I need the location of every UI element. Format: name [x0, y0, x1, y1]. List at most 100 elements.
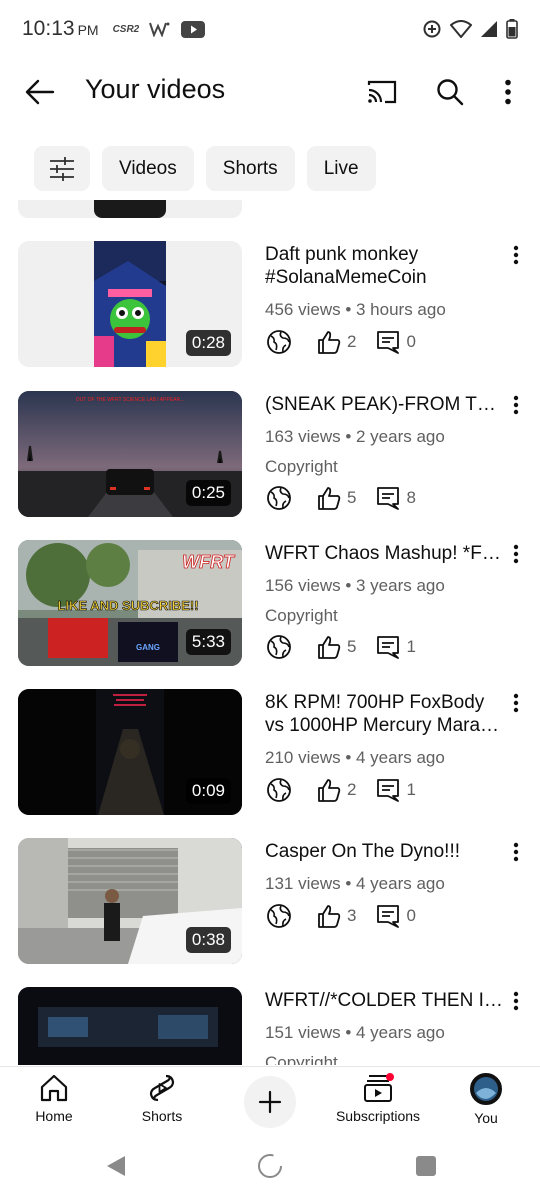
video-thumbnail[interactable]: 0:09 — [18, 689, 242, 815]
video-title[interactable]: WFRT//*COLDER THEN ICE — [265, 989, 505, 1012]
bottom-navigation: Home Shorts Subscriptions You — [0, 1066, 540, 1130]
more-options-button[interactable] — [490, 74, 526, 110]
more-vert-icon — [513, 693, 519, 713]
chip-shorts[interactable]: Shorts — [205, 146, 295, 191]
video-title[interactable]: 8K RPM! 700HP FoxBody vs 1000HP Mercury … — [265, 691, 505, 737]
video-duration: 0:09 — [185, 778, 231, 804]
create-button[interactable] — [244, 1076, 296, 1128]
comment-icon — [374, 776, 402, 804]
wifi-icon — [450, 20, 472, 38]
system-recents-button[interactable] — [412, 1152, 440, 1180]
comment-count: 0 — [406, 332, 416, 351]
video-more-button[interactable] — [506, 989, 526, 1013]
thumbnail-logo-text: WFRT — [182, 552, 236, 572]
public-globe-icon — [265, 902, 293, 930]
status-time: 10:13 PM — [22, 17, 99, 40]
status-left-icons: CSR2 — [113, 20, 206, 38]
public-globe-icon — [265, 633, 293, 661]
like-count: 5 — [347, 488, 357, 507]
video-thumbnail[interactable]: OUT OF THE WFRT SCIENCE LAB I APPEAR... … — [18, 391, 242, 517]
tune-icon — [50, 156, 74, 181]
signal-icon — [481, 21, 497, 37]
video-thumbnail[interactable]: LIKE AND SUBCRIBE!! WFRT GANG 5:33 — [18, 540, 242, 666]
video-thumbnail[interactable]: 0:38 — [18, 838, 242, 964]
search-button[interactable] — [432, 74, 468, 110]
battery-icon — [506, 19, 518, 39]
video-row[interactable]: LIKE AND SUBCRIBE!! WFRT GANG 5:33 WFRT … — [0, 540, 540, 670]
status-bar: 10:13 PM CSR2 — [0, 0, 540, 58]
video-stats: 5 1 — [265, 633, 434, 661]
thumb-up-icon — [315, 776, 343, 804]
video-row[interactable]: 0:38 Casper On The Dyno!!! 131 views • 4… — [0, 838, 540, 968]
circle-home-icon — [258, 1154, 282, 1178]
video-duration: 0:25 — [185, 480, 231, 506]
thumbnail-art — [18, 987, 242, 1065]
avatar — [470, 1073, 502, 1105]
public-globe-icon — [265, 328, 293, 356]
like-count: 2 — [347, 332, 357, 351]
video-title[interactable]: (SNEAK PEAK)-FROM TH… — [265, 393, 505, 416]
shorts-icon — [149, 1074, 175, 1102]
home-icon — [40, 1074, 68, 1102]
video-row[interactable]: 0:09 8K RPM! 700HP FoxBody vs 1000HP Mer… — [0, 689, 540, 819]
video-more-button[interactable] — [506, 243, 526, 267]
system-back-button[interactable] — [102, 1152, 130, 1180]
video-meta: 456 views • 3 hours ago — [265, 300, 446, 319]
system-home-button[interactable] — [256, 1152, 284, 1180]
status-right-icons — [422, 19, 518, 39]
video-row[interactable]: 0:28 Daft punk monkey #SolanaMemeCoin 45… — [0, 241, 540, 371]
video-title[interactable]: WFRT Chaos Mashup! *FT… — [265, 542, 505, 565]
filter-settings-chip[interactable] — [34, 146, 90, 191]
video-row[interactable]: OUT OF THE WFRT SCIENCE LAB I APPEAR... … — [0, 391, 540, 521]
video-list: 0:28 Daft punk monkey #SolanaMemeCoin 45… — [0, 200, 540, 1065]
video-title[interactable]: Casper On The Dyno!!! — [265, 840, 505, 863]
video-meta: 156 views • 3 years ago — [265, 576, 445, 595]
video-more-button[interactable] — [506, 393, 526, 417]
video-meta: 131 views • 4 years ago — [265, 874, 445, 893]
thumbnail-text: LIKE AND SUBCRIBE!! — [57, 598, 198, 613]
nav-shorts[interactable]: Shorts — [107, 1073, 217, 1131]
video-meta: 210 views • 4 years ago — [265, 748, 445, 767]
like-count: 5 — [347, 637, 357, 656]
copyright-label: Copyright — [265, 457, 338, 476]
partial-video-thumbnail[interactable] — [18, 200, 242, 218]
more-vert-icon — [513, 395, 519, 415]
video-thumbnail[interactable] — [18, 987, 242, 1065]
video-duration: 0:28 — [185, 330, 231, 356]
video-more-button[interactable] — [506, 542, 526, 566]
video-stats: 5 8 — [265, 484, 434, 512]
video-more-button[interactable] — [506, 691, 526, 715]
thumb-up-icon — [315, 328, 343, 356]
page-title: Your videos — [85, 74, 226, 104]
system-navigation-bar — [0, 1130, 540, 1200]
copyright-label: Copyright — [265, 606, 338, 625]
nav-home[interactable]: Home — [0, 1073, 109, 1131]
cast-button[interactable] — [364, 74, 400, 110]
video-duration: 0:38 — [185, 927, 231, 953]
video-title[interactable]: Daft punk monkey #SolanaMemeCoin — [265, 243, 505, 289]
video-thumbnail[interactable]: 0:28 — [18, 241, 242, 367]
app-bar: Your videos — [0, 60, 540, 124]
comment-count: 8 — [406, 488, 416, 507]
more-vert-icon — [513, 842, 519, 862]
nav-you[interactable]: You — [431, 1073, 540, 1131]
back-button[interactable] — [22, 74, 58, 110]
comment-icon — [374, 902, 402, 930]
chip-videos[interactable]: Videos — [102, 146, 194, 191]
subscriptions-icon — [364, 1073, 394, 1102]
video-stats: 2 0 — [265, 328, 434, 356]
chip-live[interactable]: Live — [306, 146, 376, 191]
comment-count: 1 — [406, 637, 416, 656]
w-app-icon — [149, 22, 170, 37]
search-icon — [437, 79, 464, 106]
public-globe-icon — [265, 484, 293, 512]
filter-chips: Videos Shorts Live — [34, 146, 376, 191]
nav-subscriptions[interactable]: Subscriptions — [323, 1073, 433, 1131]
nav-shorts-label: Shorts — [141, 1108, 183, 1124]
video-more-button[interactable] — [506, 840, 526, 864]
video-meta: 151 views • 4 years ago — [265, 1023, 445, 1042]
video-row[interactable]: WFRT//*COLDER THEN ICE 151 views • 4 yea… — [0, 987, 540, 1065]
plus-icon — [258, 1090, 282, 1114]
like-count: 3 — [347, 906, 357, 925]
comment-icon — [374, 328, 402, 356]
